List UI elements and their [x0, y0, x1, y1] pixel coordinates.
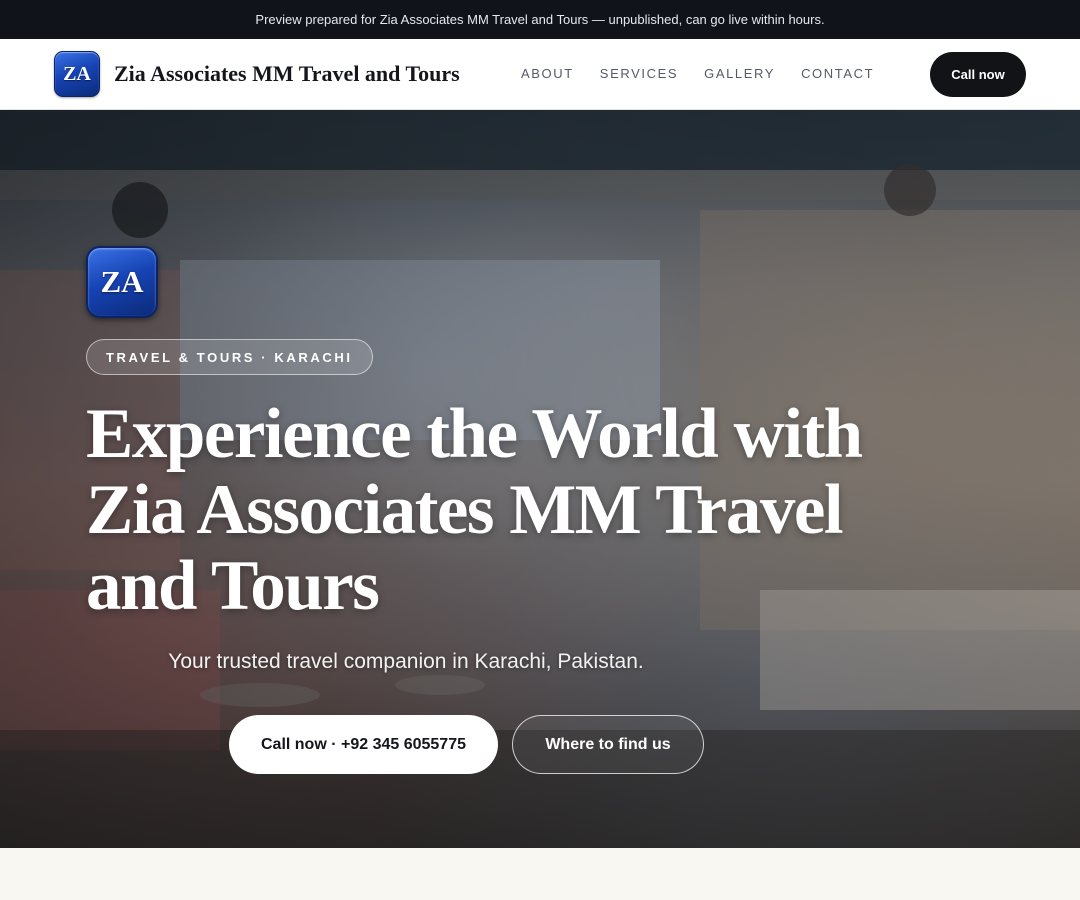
header-call-button[interactable]: Call now — [930, 52, 1026, 97]
next-section — [0, 848, 1080, 900]
hero-logo-icon: ZA — [86, 246, 158, 318]
hero-call-button[interactable]: Call now · +92 345 6055775 — [229, 715, 498, 774]
nav-link-gallery[interactable]: GALLERY — [704, 66, 775, 81]
main-nav: ABOUT SERVICES GALLERY CONTACT — [521, 66, 900, 81]
hero-logo-initials: ZA — [100, 264, 144, 299]
logo-icon[interactable]: ZA — [54, 51, 100, 97]
brand-name[interactable]: Zia Associates MM Travel and Tours — [114, 61, 460, 87]
logo-initials: ZA — [63, 62, 91, 85]
hero-subtitle: Your trusted travel companion in Karachi… — [168, 650, 644, 673]
nav-link-about[interactable]: ABOUT — [521, 66, 574, 81]
preview-notice-bar: Preview prepared for Zia Associates MM T… — [0, 0, 1080, 39]
nav-link-contact[interactable]: CONTACT — [801, 66, 874, 81]
hero-tagline-badge: TRAVEL & TOURS · KARACHI — [86, 339, 373, 375]
hero-location-button[interactable]: Where to find us — [512, 715, 704, 774]
nav-link-services[interactable]: SERVICES — [600, 66, 678, 81]
hero-section: ZA TRAVEL & TOURS · KARACHI Experience t… — [0, 110, 1080, 848]
hero-title: Experience the World with Zia Associates… — [86, 395, 863, 625]
preview-notice-text: Preview prepared for Zia Associates MM T… — [255, 12, 825, 27]
site-header: ZA Zia Associates MM Travel and Tours AB… — [0, 39, 1080, 110]
